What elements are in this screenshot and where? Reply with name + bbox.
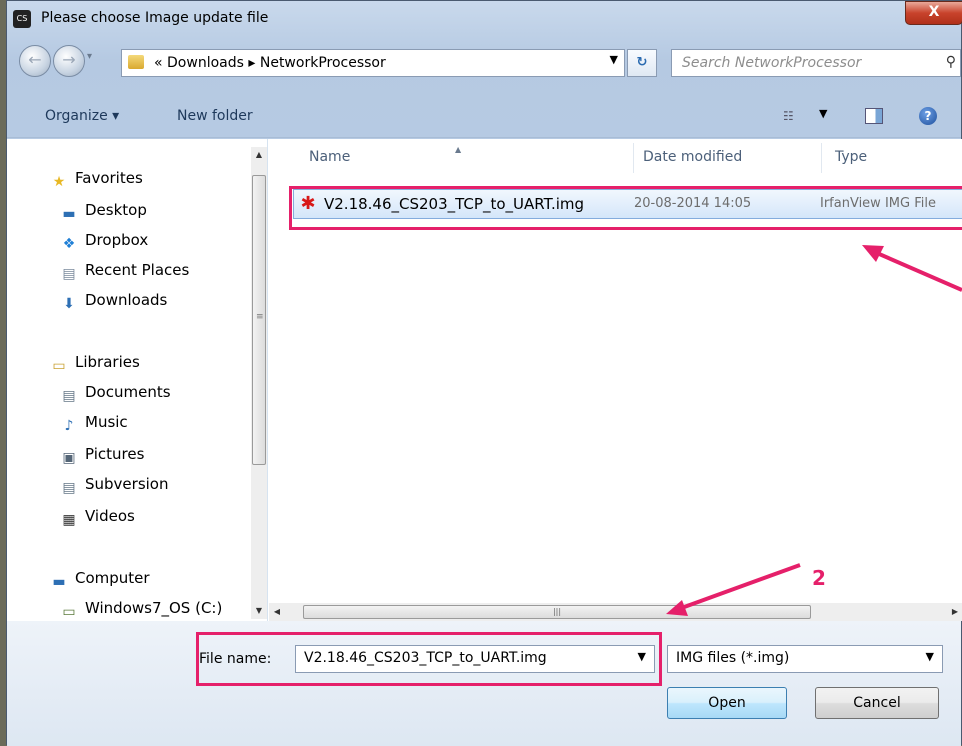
search-icon[interactable]: ⚲ [946, 54, 956, 70]
help-icon[interactable]: ? [919, 107, 937, 125]
dropbox-icon: ❖ [62, 236, 76, 252]
drive-icon: ▭ [62, 604, 76, 620]
music-icon: ♪ [64, 418, 74, 434]
highlight-file-row [289, 186, 962, 230]
scroll-right-icon[interactable]: ▶ [947, 603, 962, 621]
scroll-down-icon[interactable]: ▼ [251, 603, 267, 619]
pictures-icon: ▣ [62, 450, 76, 466]
sidebar-item-label: Subversion [85, 475, 169, 493]
sidebar-item-label: Dropbox [85, 231, 149, 249]
libraries-icon: ▭ [52, 358, 66, 374]
sidebar-item-libraries[interactable]: ▭ Libraries [49, 353, 140, 375]
sidebar-item-label: Documents [85, 383, 171, 401]
new-folder-button[interactable]: New folder [177, 108, 253, 124]
close-button[interactable]: X [905, 1, 962, 25]
command-toolbar: Organize ▾ New folder ☷ ▼ ? [7, 97, 961, 138]
search-input[interactable]: Search NetworkProcessor ⚲ [671, 49, 961, 77]
cancel-button[interactable]: Cancel [815, 687, 939, 719]
sidebar-item-label: Downloads [85, 291, 168, 309]
sidebar-item-label: Pictures [85, 445, 145, 463]
window-title: Please choose Image update file [41, 10, 269, 26]
sidebar-item-label: Computer [75, 569, 150, 587]
scroll-thumb[interactable]: ||| [303, 605, 811, 619]
app-icon: CS [13, 10, 31, 28]
column-divider[interactable] [821, 143, 822, 173]
sidebar-item-label: Libraries [75, 353, 140, 371]
navigation-pane: ▭ Windows7_OS (C:) ▬ Computer ▦ Videos ▤ Subver… [7, 139, 268, 621]
horizontal-scrollbar[interactable]: ◀ ||| ▶ [269, 603, 962, 621]
open-button[interactable]: Open [667, 687, 787, 719]
organize-button[interactable]: Organize ▾ [45, 108, 119, 124]
preview-pane-icon[interactable] [865, 108, 883, 124]
column-header-date-modified[interactable]: Date modified [643, 149, 742, 165]
sidebar-item-dropbox[interactable]: ❖ Dropbox [59, 231, 148, 253]
sidebar-item-downloads[interactable]: ⬇ Downloads [59, 291, 167, 313]
chevron-down-icon[interactable]: ▼ [610, 53, 618, 66]
chevron-down-icon[interactable]: ▼ [926, 650, 934, 663]
scroll-thumb[interactable]: ≡ [252, 175, 266, 465]
title-bar: CS Please choose Image update file X [7, 1, 962, 35]
column-header-name[interactable]: Name [309, 149, 350, 165]
sidebar-item-desktop[interactable]: ▬ Desktop [59, 201, 147, 223]
subversion-icon: ▤ [62, 480, 76, 496]
sidebar-item-computer[interactable]: ▬ Computer [49, 569, 150, 591]
sidebar-item-windows7-os-c[interactable]: ▭ Windows7_OS (C:) [59, 599, 222, 621]
view-dropdown-icon[interactable]: ▼ [819, 107, 827, 120]
desktop-icon: ▬ [62, 206, 76, 222]
downloads-icon: ⬇ [63, 296, 75, 312]
breadcrumb-overflow[interactable]: « [154, 55, 163, 71]
breadcrumb-separator-icon[interactable]: ▸ [248, 55, 255, 71]
sidebar-item-documents[interactable]: ▤ Documents [59, 383, 171, 405]
annotation-number-2: 2 [812, 566, 826, 590]
sidebar-item-subversion[interactable]: ▤ Subversion [59, 475, 169, 497]
sidebar-item-pictures[interactable]: ▣ Pictures [59, 445, 144, 467]
search-placeholder: Search NetworkProcessor [682, 55, 862, 71]
recent-places-icon: ▤ [62, 266, 76, 282]
breadcrumb-downloads[interactable]: Downloads [167, 55, 244, 71]
sort-ascending-icon: ▲ [455, 145, 462, 154]
file-type-value: IMG files (*.img) [676, 650, 790, 666]
folder-icon [128, 55, 144, 69]
highlight-file-name-field [196, 632, 662, 686]
sidebar-item-videos[interactable]: ▦ Videos [59, 507, 135, 529]
breadcrumb-networkprocessor[interactable]: NetworkProcessor [260, 55, 386, 71]
column-divider[interactable] [633, 143, 634, 173]
change-view-icon[interactable]: ☷ [783, 109, 803, 125]
sidebar-item-label: Desktop [85, 201, 147, 219]
sidebar-item-music[interactable]: ♪ Music [59, 413, 128, 435]
back-button[interactable]: ← [19, 45, 51, 77]
file-type-select[interactable]: IMG files (*.img) ▼ [667, 645, 943, 673]
sidebar-item-label: Recent Places [85, 261, 190, 279]
address-bar[interactable]: « Downloads ▸ NetworkProcessor ▼ [121, 49, 625, 77]
refresh-button[interactable]: ↻ [627, 49, 657, 77]
sidebar-item-favorites[interactable]: ★ Favorites [49, 169, 143, 191]
navigation-bar: ← → ▾ « Downloads ▸ NetworkProcessor ▼ ↻… [7, 41, 961, 81]
star-icon: ★ [52, 174, 66, 190]
grip-icon: ≡ [256, 312, 264, 322]
nav-vertical-scrollbar[interactable]: ▲ ≡ ▼ [251, 147, 267, 619]
scroll-left-icon[interactable]: ◀ [269, 603, 285, 621]
scroll-up-icon[interactable]: ▲ [251, 147, 267, 163]
sidebar-item-label: Videos [85, 507, 135, 525]
sidebar-item-recent-places[interactable]: ▤ Recent Places [59, 261, 189, 283]
recent-pages-dropdown-icon[interactable]: ▾ [87, 51, 92, 62]
sidebar-item-label: Windows7_OS (C:) [85, 599, 223, 617]
sidebar-item-label: Music [85, 413, 128, 431]
videos-icon: ▦ [62, 512, 76, 528]
computer-icon: ▬ [52, 574, 66, 590]
breadcrumb: « Downloads ▸ NetworkProcessor [154, 55, 386, 71]
column-header-type[interactable]: Type [835, 149, 867, 165]
forward-button[interactable]: → [53, 45, 85, 77]
sidebar-item-label: Favorites [75, 169, 143, 187]
documents-icon: ▤ [62, 388, 76, 404]
